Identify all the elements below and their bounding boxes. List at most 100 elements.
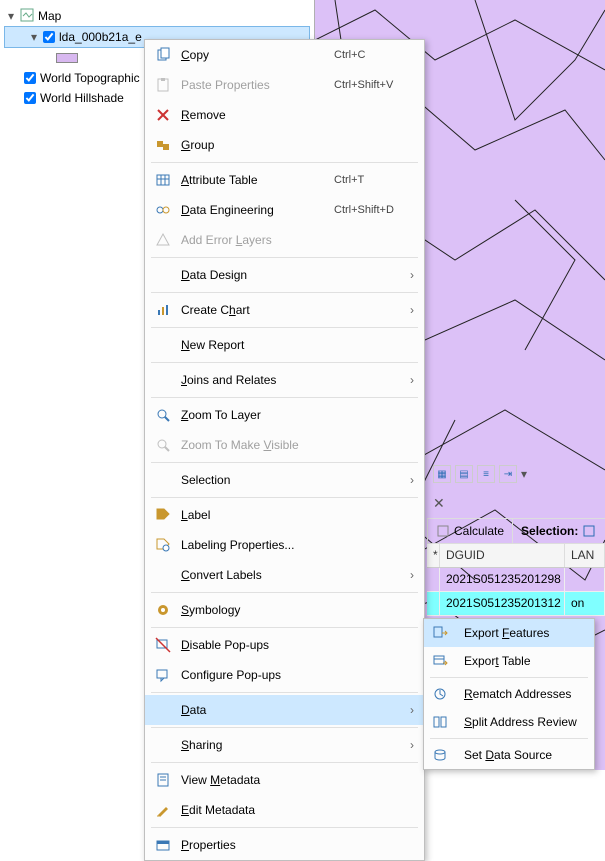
exporttable-icon bbox=[430, 653, 450, 669]
chevron-right-icon: › bbox=[410, 568, 414, 582]
menu-item-data[interactable]: Data › bbox=[145, 695, 424, 725]
cell-dguid: 2021S051235201312 bbox=[440, 592, 565, 615]
menu-item-symbology[interactable]: Symbology bbox=[145, 595, 424, 625]
menu-item-paste-properties: Paste PropertiesCtrl+Shift+V bbox=[145, 70, 424, 100]
menu-item-remove[interactable]: Remove bbox=[145, 100, 424, 130]
menu-label: Remove bbox=[181, 108, 334, 122]
menu-label: Group bbox=[181, 138, 334, 152]
menu-item-create-chart[interactable]: Create Chart › bbox=[145, 295, 424, 325]
calculate-label: Calculate bbox=[454, 524, 504, 538]
menu-label: Edit Metadata bbox=[181, 803, 334, 817]
selection-icon[interactable] bbox=[582, 524, 596, 538]
menu-label: Attribute Table bbox=[181, 173, 334, 187]
field-add-icon[interactable]: ▦ bbox=[433, 465, 451, 483]
table-toolbar: ▦ ▤ ≡ ⇥ ▾ bbox=[427, 460, 605, 488]
submenu-item-rematch-addresses[interactable]: Rematch Addresses bbox=[424, 680, 594, 708]
menu-label: View Metadata bbox=[181, 773, 334, 787]
collapse-icon[interactable]: ▾ bbox=[29, 30, 39, 44]
menu-label: Configure Pop-ups bbox=[181, 668, 334, 682]
table-row[interactable]: 2021S051235201312 on bbox=[427, 592, 605, 616]
paste-icon bbox=[153, 77, 173, 93]
layer-visibility-checkbox[interactable] bbox=[43, 31, 55, 43]
split-icon bbox=[430, 714, 450, 730]
submenu-item-export-features[interactable]: Export Features bbox=[424, 619, 594, 647]
submenu-item-set-data-source[interactable]: Set Data Source bbox=[424, 741, 594, 769]
submenu-item-export-table[interactable]: Export Table bbox=[424, 647, 594, 675]
menu-item-convert-labels[interactable]: Convert Labels › bbox=[145, 560, 424, 590]
metaview-icon bbox=[153, 772, 173, 788]
zoom-icon bbox=[153, 407, 173, 423]
menu-item-copy[interactable]: CopyCtrl+C bbox=[145, 40, 424, 70]
menu-label: Joins and Relates bbox=[181, 373, 334, 387]
col-marker[interactable]: * bbox=[427, 544, 440, 567]
menu-item-add-error-layers: Add Error Layers bbox=[145, 225, 424, 255]
close-icon[interactable]: ✕ bbox=[433, 495, 445, 512]
submenu-label: Split Address Review bbox=[464, 715, 577, 729]
symbology-icon bbox=[153, 602, 173, 618]
menu-shortcut: Ctrl+T bbox=[334, 174, 424, 186]
menu-label: Data Engineering bbox=[181, 203, 334, 217]
menu-item-data-engineering[interactable]: Data EngineeringCtrl+Shift+D bbox=[145, 195, 424, 225]
menu-item-labeling-properties-[interactable]: Labeling Properties... bbox=[145, 530, 424, 560]
menu-label: Labeling Properties... bbox=[181, 538, 334, 552]
map-root-label: Map bbox=[38, 9, 61, 23]
data-submenu: Export FeaturesExport Table Rematch Addre… bbox=[423, 618, 595, 770]
menu-item-zoom-to-make-visible: Zoom To Make Visible bbox=[145, 430, 424, 460]
menu-item-label[interactable]: Label bbox=[145, 500, 424, 530]
menu-item-configure-pop-ups[interactable]: Configure Pop-ups bbox=[145, 660, 424, 690]
menu-shortcut: Ctrl+Shift+D bbox=[334, 204, 424, 216]
menu-item-disable-pop-ups[interactable]: Disable Pop-ups bbox=[145, 630, 424, 660]
layer-visibility-checkbox[interactable] bbox=[24, 72, 36, 84]
menu-item-properties[interactable]: Properties bbox=[145, 830, 424, 860]
menu-label: New Report bbox=[181, 338, 334, 352]
menu-item-zoom-to-layer[interactable]: Zoom To Layer bbox=[145, 400, 424, 430]
menu-label: Properties bbox=[181, 838, 334, 852]
cell-dguid: 2021S051235201298 bbox=[440, 568, 565, 591]
layer-context-menu: CopyCtrl+CPaste PropertiesCtrl+Shift+V Re… bbox=[144, 39, 425, 861]
menu-item-edit-metadata[interactable]: Edit Metadata bbox=[145, 795, 424, 825]
layer-visibility-checkbox[interactable] bbox=[24, 92, 36, 104]
chevron-right-icon: › bbox=[410, 373, 414, 387]
submenu-item-split-address-review[interactable]: Split Address Review bbox=[424, 708, 594, 736]
zoom-icon bbox=[153, 437, 173, 453]
map-root[interactable]: ▾ Map bbox=[0, 6, 314, 26]
table-row[interactable]: 2021S051235201298 bbox=[427, 568, 605, 592]
menu-item-joins-and-relates[interactable]: Joins and Relates › bbox=[145, 365, 424, 395]
tab-close-row: ✕ bbox=[427, 488, 605, 518]
menu-label: Data bbox=[181, 703, 334, 717]
error-icon bbox=[153, 232, 173, 248]
col-dguid[interactable]: DGUID bbox=[440, 544, 565, 567]
menu-item-group[interactable]: Group bbox=[145, 130, 424, 160]
chevron-right-icon: › bbox=[410, 738, 414, 752]
symbology-swatch[interactable] bbox=[56, 53, 78, 63]
remove-icon bbox=[153, 107, 173, 123]
menu-label: Zoom To Layer bbox=[181, 408, 334, 422]
chevron-right-icon: › bbox=[410, 303, 414, 317]
collapse-icon[interactable]: ▾ bbox=[6, 9, 16, 23]
menu-label: Create Chart bbox=[181, 303, 334, 317]
menu-item-attribute-table[interactable]: Attribute TableCtrl+T bbox=[145, 165, 424, 195]
calculate-button[interactable]: Calculate bbox=[427, 519, 512, 543]
menu-label: Convert Labels bbox=[181, 568, 334, 582]
table-icon bbox=[153, 172, 173, 188]
submenu-label: Set Data Source bbox=[464, 748, 552, 762]
menu-item-sharing[interactable]: Sharing› bbox=[145, 730, 424, 760]
field-calc-icon[interactable]: ▤ bbox=[455, 465, 473, 483]
chevron-down-icon[interactable]: ▾ bbox=[521, 467, 527, 481]
col-lan[interactable]: LAN bbox=[565, 544, 605, 567]
props-icon bbox=[153, 837, 173, 853]
popupoff-icon bbox=[153, 637, 173, 653]
menu-label: Add Error Layers bbox=[181, 233, 334, 247]
arrow-icon[interactable]: ⇥ bbox=[499, 465, 517, 483]
selection-area: Selection: bbox=[512, 519, 604, 543]
menu-item-data-design[interactable]: Data Design› bbox=[145, 260, 424, 290]
copy-icon bbox=[153, 47, 173, 63]
menu-item-new-report[interactable]: New Report bbox=[145, 330, 424, 360]
chevron-right-icon: › bbox=[410, 703, 414, 717]
menu-item-selection[interactable]: Selection› bbox=[145, 465, 424, 495]
menu-shortcut: Ctrl+C bbox=[334, 49, 424, 61]
selection-label: Selection: bbox=[521, 524, 578, 538]
chart-icon bbox=[153, 302, 173, 318]
chevron-right-icon: › bbox=[410, 268, 414, 282]
sort-icon[interactable]: ≡ bbox=[477, 465, 495, 483]
